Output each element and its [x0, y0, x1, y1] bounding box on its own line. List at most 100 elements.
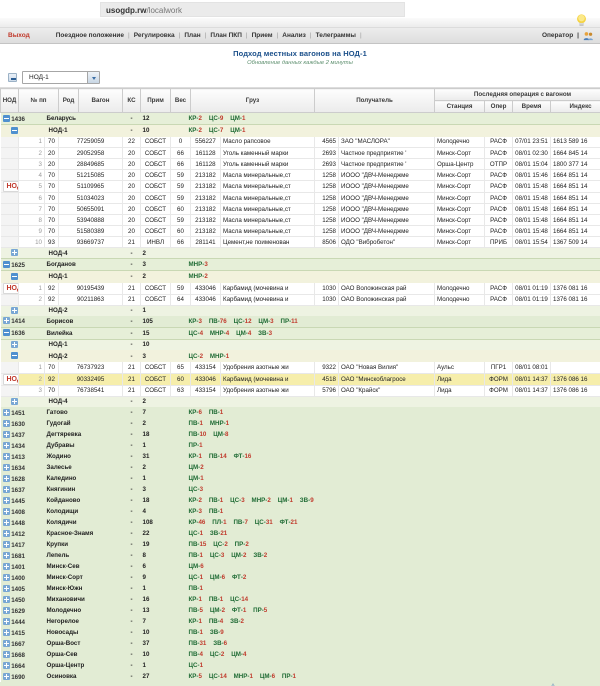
group-row-Княгинин[interactable]: 1637 Княгинин -3 ЦС-3 — [0, 484, 600, 495]
group-row-НОД-1[interactable]: НОД-1-2 МНР-2 — [0, 270, 600, 283]
table-row[interactable]: 8 70 53940888 20 СОБСТ 59 213182 Масла минераль… — [0, 214, 600, 226]
group-toggle-cell[interactable]: 1664 — [0, 660, 45, 671]
group-row-Дубравы[interactable]: 1434 Дубравы -1 ПР-1 — [0, 440, 600, 451]
plus-icon[interactable] — [2, 672, 10, 680]
group-row-Орша-Центр[interactable]: 1664 Орша-Центр -1 ЦС-1 — [0, 660, 600, 671]
table-row[interactable]: НОД-15705110996520СОБСТ59213182Масла мин… — [0, 180, 600, 193]
table-row[interactable]: 1 70 77259059 22 СОБСТ 0 556227 Масло рапсовое 4… — [0, 136, 600, 148]
menu-item-plan-pkp[interactable]: План ПКП — [210, 32, 241, 39]
table-row[interactable]: 10 93 93669737 21 ИНВЛ 66 281141 Цемент,не поим… — [0, 236, 600, 248]
group-row-НОД-2[interactable]: НОД-2-1 — [0, 305, 600, 316]
group-row-Лепель[interactable]: 1681 Лепель -8 ПВ-1 ЦС-3 ЦМ-2 ЗВ-2 — [0, 550, 600, 561]
group-toggle-cell[interactable]: 1448 — [0, 517, 45, 528]
group-toggle-cell[interactable]: 1629 — [0, 605, 45, 616]
group-toggle-cell[interactable]: 1634 — [0, 462, 45, 473]
group-toggle-cell[interactable] — [0, 339, 45, 350]
plus-icon[interactable] — [2, 408, 10, 416]
plus-icon[interactable] — [2, 628, 10, 636]
plus-icon[interactable] — [10, 340, 18, 348]
group-toggle-cell[interactable]: 1417 — [0, 539, 45, 550]
table-row[interactable]: 9 70 51580389 20 СОБСТ 60 213182 Масла минераль… — [0, 225, 600, 237]
table-row[interactable]: НОД-11929019543921СОБСТ59433046Карбамид … — [0, 282, 600, 295]
group-row-НОД-4[interactable]: НОД-4-2 — [0, 247, 600, 259]
group-row-Новосады[interactable]: 1415 Новосады -10 ПВ-1 ЗВ-9 — [0, 627, 600, 638]
plus-icon[interactable] — [2, 317, 10, 325]
group-toggle-cell[interactable]: 1408 — [0, 506, 45, 517]
collapse-all-icon[interactable] — [8, 73, 17, 82]
logout-link[interactable]: Выход — [8, 32, 30, 39]
plus-icon[interactable] — [2, 474, 10, 482]
minus-icon[interactable] — [10, 272, 18, 280]
plus-icon[interactable] — [2, 419, 10, 427]
users-icon[interactable] — [583, 31, 594, 41]
group-toggle-cell[interactable]: 1690 — [0, 671, 45, 682]
menu-item-telegrammy[interactable]: Телеграммы — [316, 32, 356, 39]
group-toggle-cell[interactable]: 1636 — [0, 326, 45, 340]
minus-icon[interactable] — [10, 126, 18, 134]
group-toggle-cell[interactable]: 1667 — [0, 638, 45, 649]
table-row[interactable]: НОД-22929033249521СОБСТ60433046Карбамид … — [0, 373, 600, 386]
plus-icon[interactable] — [2, 551, 10, 559]
plus-icon[interactable] — [10, 306, 18, 314]
group-row-НОД-1[interactable]: НОД-1-10 — [0, 339, 600, 350]
menu-item-priem[interactable]: Прием — [252, 32, 273, 39]
plus-icon[interactable] — [2, 485, 10, 493]
group-toggle-cell[interactable]: 1451 — [0, 407, 45, 418]
group-row-Крупки[interactable]: 1417 Крупки -19 ПВ-15 ЦС-2 ПР-2 — [0, 539, 600, 550]
group-row-Негорелое[interactable]: 1444 Негорелое -7 КР-1 ПВ-4 ЗВ-2 — [0, 616, 600, 627]
group-toggle-cell[interactable]: 1444 — [0, 616, 45, 627]
group-toggle-cell[interactable]: 1400 — [0, 572, 45, 583]
group-toggle-cell[interactable]: 1436 — [0, 112, 45, 125]
group-row-НОД-2[interactable]: НОД-2-3 ЦС-2 МНР-1 — [0, 350, 600, 362]
group-toggle-cell[interactable] — [0, 396, 45, 407]
group-row-Минск-Сев[interactable]: 1401 Минск-Сев -6 ЦМ-6 — [0, 561, 600, 572]
table-row[interactable]: 7 70 50655091 20 СОБСТ 60 213182 Масла минераль… — [0, 203, 600, 215]
minus-icon[interactable] — [2, 114, 10, 122]
table-row[interactable]: 2 20 29052958 20 СОБСТ 66 161128 Уголь каменный… — [0, 147, 600, 159]
plus-icon[interactable] — [2, 529, 10, 537]
chevron-down-icon[interactable] — [87, 72, 99, 83]
group-toggle-cell[interactable] — [0, 350, 45, 362]
table-row[interactable]: 6 70 51034023 20 СОБСТ 59 213182 Масла минераль… — [0, 192, 600, 204]
plus-icon[interactable] — [2, 573, 10, 581]
group-row-Богданов[interactable]: 1625 Богданов -3 МНР-3 — [0, 258, 600, 271]
group-toggle-cell[interactable] — [0, 124, 45, 137]
group-toggle-cell[interactable]: 1668 — [0, 649, 45, 660]
plus-icon[interactable] — [2, 606, 10, 614]
menu-item-analiz[interactable]: Анализ — [282, 32, 306, 39]
group-row-Колядичи[interactable]: 1448 Колядичи -108 КР-46 ПЛ-1 ПВ-7 ЦС-31 ФТ… — [0, 517, 600, 528]
minus-icon[interactable] — [10, 352, 18, 359]
plus-icon[interactable] — [2, 595, 10, 603]
minus-icon[interactable] — [2, 260, 10, 268]
group-row-Гудогай[interactable]: 1630 Гудогай -2 ПВ-1 МНР-1 — [0, 418, 600, 429]
group-toggle-cell[interactable]: 1413 — [0, 451, 45, 462]
plus-icon[interactable] — [2, 452, 10, 460]
group-row-Орша-Вост[interactable]: 1667 Орша-Вост -37 ПВ-31 ЗВ-6 — [0, 638, 600, 649]
plus-icon[interactable] — [2, 507, 10, 515]
plus-icon[interactable] — [2, 540, 10, 548]
plus-icon[interactable] — [2, 518, 10, 526]
table-row[interactable]: 4 70 51215085 20 СОБСТ 59 213182 Масла минераль… — [0, 169, 600, 181]
plus-icon[interactable] — [2, 617, 10, 625]
group-toggle-cell[interactable]: 1434 — [0, 440, 45, 451]
group-toggle-cell[interactable] — [0, 270, 45, 283]
group-row-Красное-Знамя[interactable]: 1412 Красное-Знамя -22 ЦС-1 ЗВ-21 — [0, 528, 600, 539]
plus-icon[interactable] — [2, 661, 10, 669]
group-toggle-cell[interactable]: 1437 — [0, 429, 45, 440]
group-row-Орша-Сев[interactable]: 1668 Орша-Сев -10 ПВ-4 ЦС-2 ЦМ-4 — [0, 649, 600, 660]
nod-select[interactable]: НОД-1 — [22, 71, 100, 84]
group-row-Колодищи[interactable]: 1408 Колодищи -4 КР-3 ПВ-1 — [0, 506, 600, 517]
group-row-Жодино[interactable]: 1413 Жодино -31 КР-1 ПВ-14 ФТ-16 — [0, 451, 600, 462]
plus-icon[interactable] — [2, 496, 10, 504]
group-toggle-cell[interactable]: 1630 — [0, 418, 45, 429]
group-row-Гатово[interactable]: 1451 Гатово -7 КР-6 ПВ-1 — [0, 407, 600, 418]
menu-item-regulirovka[interactable]: Регулировка — [134, 32, 175, 39]
group-row-Осиновка[interactable]: 1690 Осиновка -27 КР-5 ЦС-14 МНР-1 ЦМ-6 ПР-… — [0, 671, 600, 682]
group-row-Борисов[interactable]: 1414 Борисов -105 КР-3 ПВ-76 ЦС-12 ЦМ-3 ПР-… — [0, 316, 600, 327]
group-row-Минск-Сорт[interactable]: 1400 Минск-Сорт -9 ЦС-1 ЦМ-6 ФТ-2 — [0, 572, 600, 583]
menu-item-plan[interactable]: План — [184, 32, 200, 39]
group-row-Вилейка[interactable]: 1636 Вилейка -15 ЦС-4 МНР-4 ЦМ-4 ЗВ-3 — [0, 326, 600, 340]
group-toggle-cell[interactable]: 1415 — [0, 627, 45, 638]
group-toggle-cell[interactable] — [0, 305, 45, 316]
group-toggle-cell[interactable]: 1405 — [0, 583, 45, 594]
